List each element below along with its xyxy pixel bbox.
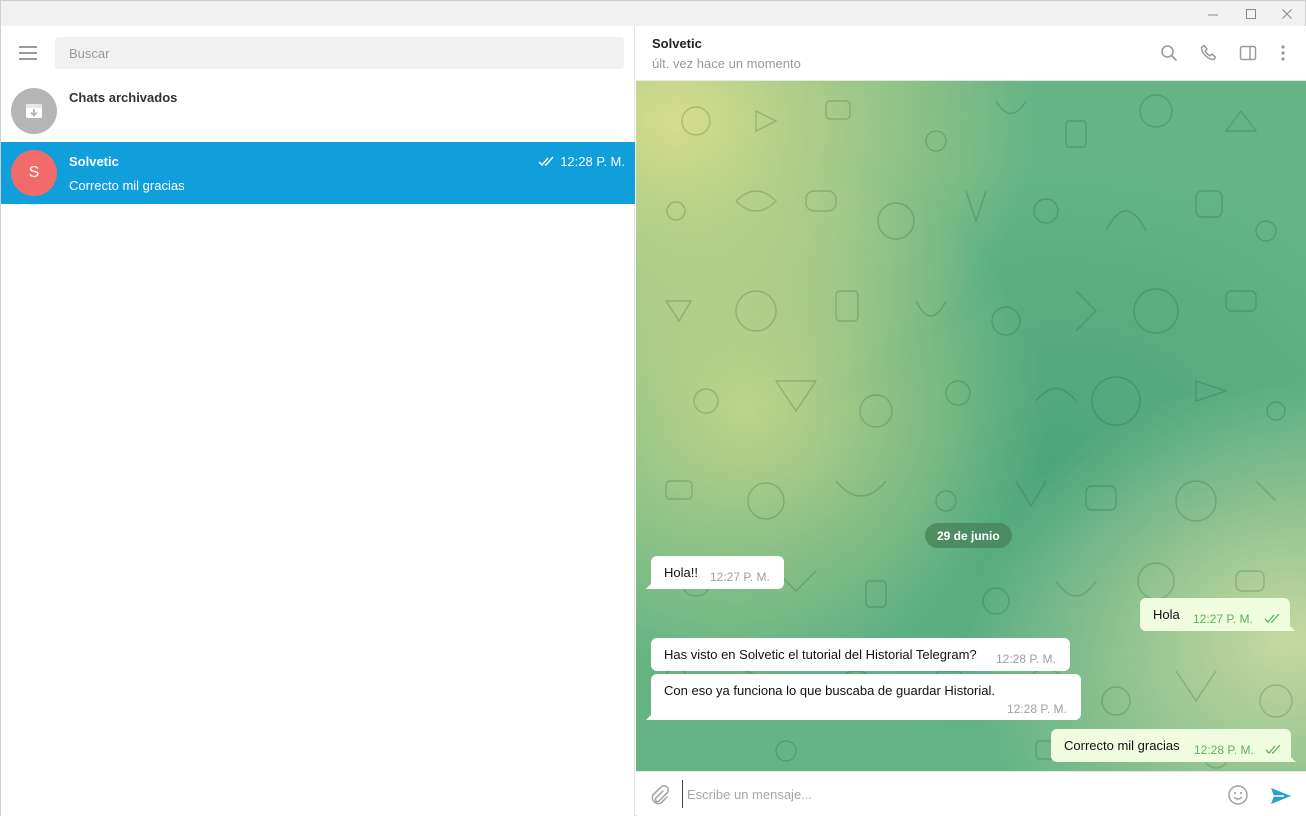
message-area[interactable]: 29 de junio Hola!! 12:27 P. M. Hola 12:2… [636, 81, 1306, 771]
double-check-icon [1265, 745, 1281, 754]
sidebar-panel-icon[interactable] [1237, 42, 1259, 64]
message-text: Con eso ya funciona lo que buscaba de gu… [664, 683, 995, 698]
hamburger-menu-icon[interactable] [15, 43, 41, 63]
chat-time: 12:28 P. M. [538, 154, 625, 169]
more-vertical-icon[interactable] [1272, 42, 1294, 64]
message-time: 12:27 P. M. [1193, 612, 1253, 626]
double-check-icon [538, 156, 554, 167]
archived-chats-row[interactable]: Chats archivados [1, 80, 635, 142]
message-time: 12:28 P. M. [1194, 743, 1254, 757]
minimize-icon[interactable] [1193, 1, 1233, 26]
message-text: Has visto en Solvetic el tutorial del Hi… [664, 647, 977, 662]
chat-header[interactable]: Solvetic últ. vez hace un momento [636, 26, 1306, 81]
message-bubble-incoming[interactable]: Has visto en Solvetic el tutorial del Hi… [651, 638, 1070, 671]
message-bubble-incoming[interactable]: Hola!! 12:27 P. M. [646, 556, 784, 589]
date-separator: 29 de junio [925, 523, 1012, 548]
message-bubble-outgoing[interactable]: Hola 12:27 P. M. [1140, 598, 1295, 631]
search-icon[interactable] [1158, 42, 1180, 64]
message-bubble-outgoing[interactable]: Correcto mil gracias 12:28 P. M. [1051, 729, 1296, 762]
chat-title[interactable]: Solvetic [652, 36, 702, 51]
archive-box-icon [11, 88, 57, 134]
phone-icon[interactable] [1198, 42, 1220, 64]
chat-name: Solvetic [69, 154, 119, 169]
message-time: 12:27 P. M. [710, 570, 770, 584]
close-icon[interactable] [1267, 1, 1306, 26]
archived-chats-label: Chats archivados [69, 90, 178, 105]
last-seen-status: últ. vez hace un momento [652, 56, 801, 71]
smiley-icon[interactable] [1227, 784, 1249, 806]
chat-list-item[interactable]: S Solvetic 12:28 P. M. Correcto mil grac… [1, 142, 635, 204]
message-text: Hola!! [664, 565, 698, 580]
avatar: S [11, 150, 57, 196]
message-text: Correcto mil gracias [1064, 738, 1180, 753]
chat-time-label: 12:28 P. M. [560, 154, 625, 169]
chat-preview: Correcto mil gracias [69, 178, 185, 193]
message-bubble-incoming[interactable]: Con eso ya funciona lo que buscaba de gu… [646, 674, 1081, 720]
message-time: 12:28 P. M. [1007, 702, 1067, 716]
search-input[interactable] [55, 37, 624, 69]
title-bar [1, 1, 1305, 26]
maximize-icon[interactable] [1231, 1, 1271, 26]
message-text: Hola [1153, 607, 1180, 622]
message-input[interactable] [682, 780, 1212, 808]
conversation-panel: Solvetic últ. vez hace un momento 29 de … [636, 26, 1306, 816]
message-time: 12:28 P. M. [996, 652, 1056, 666]
chat-list-panel: Chats archivados S Solvetic 12:28 P. M. … [1, 26, 635, 816]
message-composer [636, 771, 1306, 816]
telegram-window: Chats archivados S Solvetic 12:28 P. M. … [0, 0, 1306, 816]
send-icon[interactable] [1261, 780, 1301, 812]
double-check-icon [1264, 614, 1280, 623]
paperclip-icon[interactable] [648, 784, 670, 806]
